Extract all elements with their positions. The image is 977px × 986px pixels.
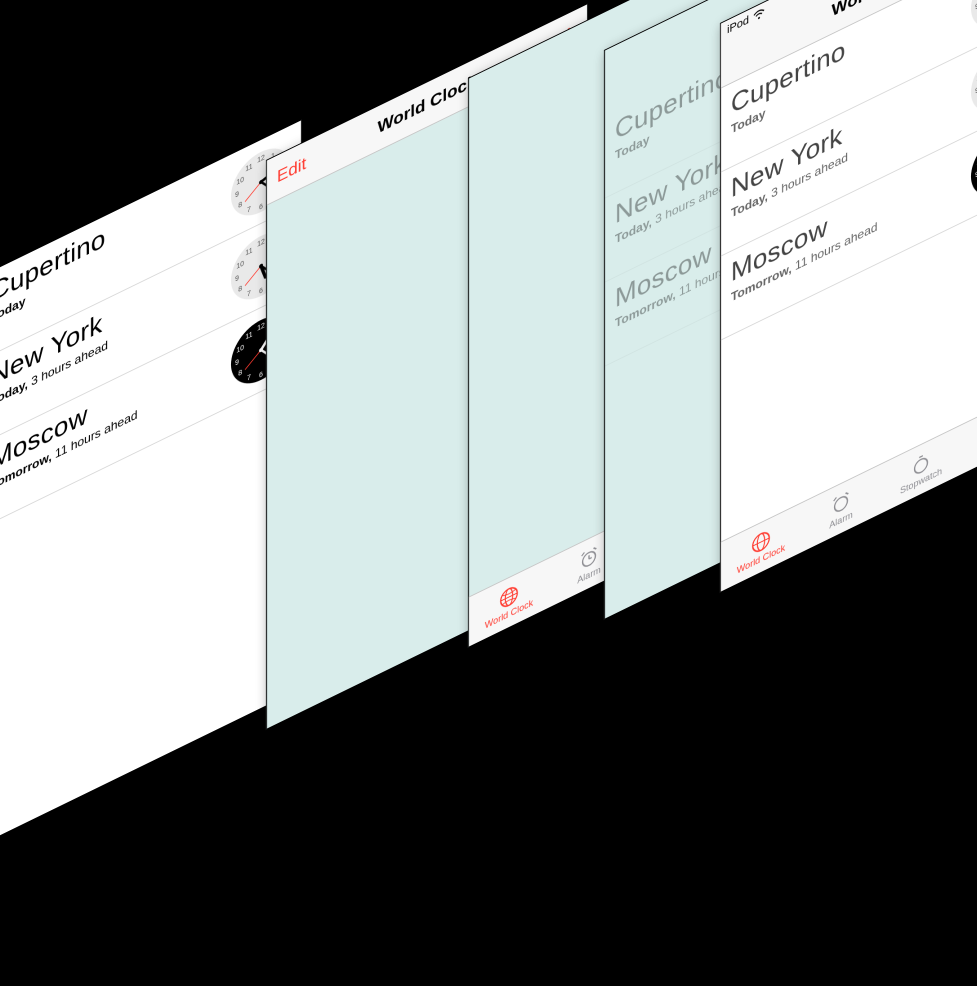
- content-view-layer: Cupertino Today 345678910111212 New York…: [0, 119, 302, 846]
- clock-icon: 345678910111212: [969, 0, 977, 41]
- tab-timer[interactable]: Timer: [961, 386, 977, 474]
- rendered-view: iPod 2:23 PM ⚡ World Clock Cupertino Tod…: [720, 0, 977, 593]
- edit-button[interactable]: Edit: [277, 153, 306, 187]
- tab-alarm[interactable]: Alarm: [801, 464, 881, 552]
- city-list: Cupertino Today 345678910111212 New York…: [0, 120, 301, 528]
- tab-world-clock[interactable]: World Clock: [721, 503, 801, 591]
- tab-world-clock[interactable]: World Clock: [469, 558, 549, 646]
- tab-stopwatch[interactable]: Stopwatch: [881, 425, 961, 513]
- tab-bar: World Clock Alarm Stopwatch Timer: [721, 385, 977, 591]
